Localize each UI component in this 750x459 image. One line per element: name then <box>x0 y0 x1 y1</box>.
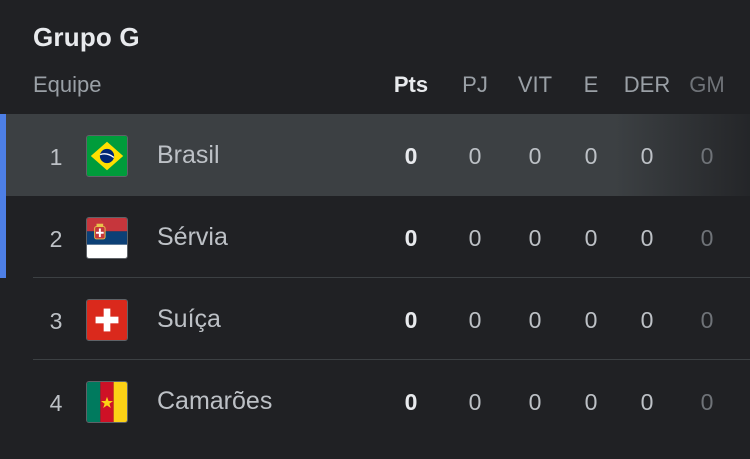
serbia-flag-icon <box>86 217 128 259</box>
team-e: 0 <box>584 143 598 169</box>
team-gm: 0 <box>700 143 714 169</box>
cameroon-flag-icon <box>86 381 128 423</box>
qualify-indicator <box>0 196 6 278</box>
standings-panel: Grupo G Equipe Pts PJ VIT E DER GM 1 Bra… <box>0 0 750 459</box>
team-pj: 0 <box>468 143 482 169</box>
header-der[interactable]: DER <box>617 72 677 98</box>
header-gm[interactable]: GM <box>677 72 737 98</box>
table-row[interactable]: 3 Suíça 0 0 0 0 0 0 <box>0 278 750 360</box>
team-e: 0 <box>584 389 598 415</box>
team-gm: 0 <box>700 307 714 333</box>
team-gm: 0 <box>700 225 714 251</box>
team-der: 0 <box>640 389 654 415</box>
team-vit: 0 <box>528 307 542 333</box>
team-pj: 0 <box>468 307 482 333</box>
table-row[interactable]: 2 Sérvia 0 0 0 0 0 0 <box>0 196 750 278</box>
team-der: 0 <box>640 307 654 333</box>
qualify-indicator <box>0 114 6 196</box>
table-row[interactable]: 1 Brasil 0 0 0 0 0 0 <box>0 114 750 196</box>
table-header: Equipe Pts PJ VIT E DER GM <box>0 62 750 108</box>
team-pts: 0 <box>404 307 418 333</box>
team-der: 0 <box>640 225 654 251</box>
header-pts[interactable]: Pts <box>381 72 441 98</box>
team-e: 0 <box>584 225 598 251</box>
team-position: 2 <box>49 226 63 252</box>
team-pj: 0 <box>468 225 482 251</box>
team-pts: 0 <box>404 143 418 169</box>
team-name[interactable]: Camarões <box>157 387 272 416</box>
header-pj[interactable]: PJ <box>445 72 505 98</box>
team-gm: 0 <box>700 389 714 415</box>
team-e: 0 <box>584 307 598 333</box>
team-pj: 0 <box>468 389 482 415</box>
team-position: 4 <box>49 390 63 416</box>
team-position: 1 <box>49 144 63 170</box>
team-pts: 0 <box>404 225 418 251</box>
team-name[interactable]: Brasil <box>157 141 220 170</box>
table-row[interactable]: 4 Camarões 0 0 0 0 0 0 <box>0 360 750 442</box>
team-der: 0 <box>640 143 654 169</box>
team-name[interactable]: Sérvia <box>157 223 228 252</box>
team-vit: 0 <box>528 225 542 251</box>
team-vit: 0 <box>528 143 542 169</box>
header-team: Equipe <box>33 72 102 97</box>
brazil-flag-icon <box>86 135 128 177</box>
header-e[interactable]: E <box>561 72 621 98</box>
team-vit: 0 <box>528 389 542 415</box>
team-name[interactable]: Suíça <box>157 305 221 334</box>
group-title: Grupo G <box>33 22 140 52</box>
team-position: 3 <box>49 308 63 334</box>
switzerland-flag-icon <box>86 299 128 341</box>
header-vit[interactable]: VIT <box>505 72 565 98</box>
team-pts: 0 <box>404 389 418 415</box>
